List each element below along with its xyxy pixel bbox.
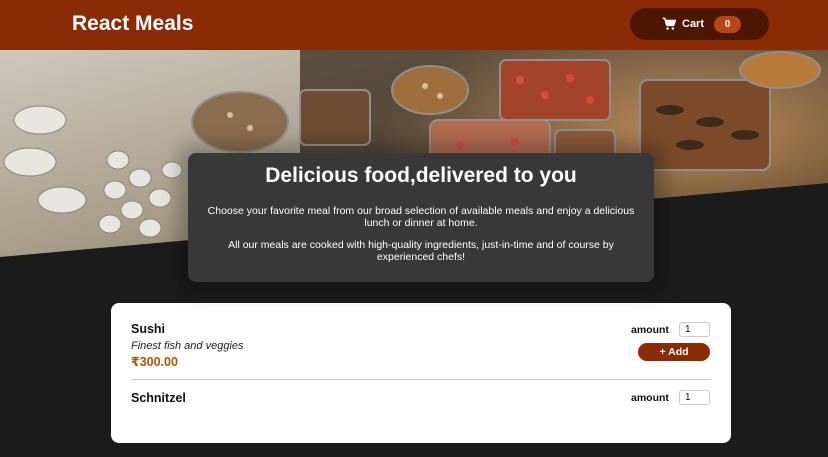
app-title: React Meals bbox=[72, 12, 194, 35]
meal-item: Schnitzel amount bbox=[131, 380, 711, 457]
meal-description: Finest fish and veggies bbox=[131, 340, 244, 352]
amount-label: amount bbox=[631, 324, 669, 336]
cart-icon bbox=[662, 17, 677, 31]
summary-paragraph: All our meals are cooked with high-quali… bbox=[228, 239, 614, 263]
cart-label: Cart bbox=[682, 18, 705, 30]
meal-price: ₹300.00 bbox=[131, 355, 178, 369]
add-button[interactable]: + Add bbox=[638, 343, 710, 361]
meal-item: Sushi Finest fish and veggies ₹300.00 am… bbox=[131, 303, 711, 380]
cart-count-badge: 0 bbox=[714, 15, 742, 33]
amount-input[interactable] bbox=[679, 390, 710, 405]
summary-card: Delicious food,delivered to you Choose y… bbox=[188, 153, 654, 282]
app-header: React Meals Cart 0 bbox=[0, 0, 828, 50]
meal-name: Sushi bbox=[131, 322, 166, 336]
summary-paragraph: Choose your favorite meal from our broad… bbox=[207, 205, 635, 229]
amount-label: amount bbox=[631, 392, 669, 404]
meal-name: Schnitzel bbox=[131, 391, 186, 405]
cart-button[interactable]: Cart 0 bbox=[630, 8, 769, 40]
summary-title: Delicious food,delivered to you bbox=[265, 164, 577, 187]
amount-input[interactable] bbox=[679, 322, 710, 337]
meals-list: Sushi Finest fish and veggies ₹300.00 am… bbox=[111, 303, 731, 443]
